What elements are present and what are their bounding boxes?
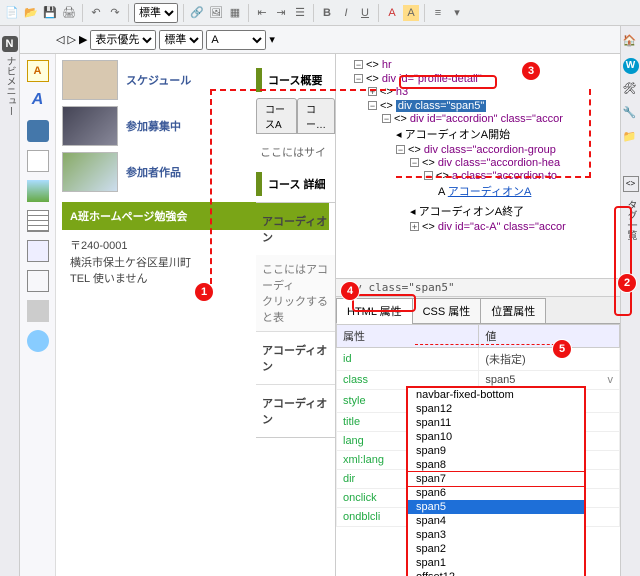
- globe-icon[interactable]: [27, 330, 49, 352]
- display-priority-select[interactable]: 表示優先: [90, 30, 156, 50]
- align-left-icon[interactable]: ≡: [430, 5, 446, 21]
- property-grid[interactable]: 属性値 id(未指定) classspan5 v style(未指定) titl…: [336, 324, 620, 576]
- annotation-box-htmltab: [352, 294, 416, 312]
- tab-css-attr[interactable]: CSS 属性: [412, 298, 482, 324]
- bold-icon[interactable]: B: [319, 5, 335, 21]
- module-icon[interactable]: [27, 120, 49, 142]
- dropdown-option-span7[interactable]: span7: [408, 472, 584, 486]
- dropdown-option[interactable]: span9: [408, 444, 584, 458]
- style-select[interactable]: 標準: [134, 3, 178, 23]
- nav-back-icon[interactable]: ◁: [56, 33, 64, 46]
- annotation-dashed-2: [396, 89, 591, 178]
- left-icon-rail: A A: [20, 54, 56, 576]
- bgcolor-icon[interactable]: A: [403, 5, 419, 21]
- play-icon[interactable]: ▶: [79, 33, 87, 46]
- dropdown-option[interactable]: span12: [408, 402, 584, 416]
- nav-menu-label: ナビメニュー: [2, 56, 17, 116]
- underline-icon[interactable]: U: [357, 5, 373, 21]
- dropdown-option[interactable]: span3: [408, 528, 584, 542]
- fontcolor-icon[interactable]: A: [384, 5, 400, 21]
- link-icon[interactable]: 🔗: [189, 5, 205, 21]
- dropdown-option[interactable]: span4: [408, 514, 584, 528]
- standard-select[interactable]: 標準: [159, 30, 203, 50]
- chevron-down-icon[interactable]: ▾: [269, 33, 275, 46]
- image2-icon[interactable]: [27, 180, 49, 202]
- dropdown-option[interactable]: span2: [408, 542, 584, 556]
- font-select[interactable]: A: [206, 30, 266, 50]
- top-toolbar: 📄 📂 💾 🖨 ↶ ↷ 標準 🔗 🖼 ▦ ⇤ ⇥ ☰ B I U A A ≡ ▾: [0, 0, 640, 26]
- class-dropdown[interactable]: navbar-fixed-bottom span12 span11 span10…: [406, 386, 586, 576]
- w-icon[interactable]: W: [623, 58, 639, 74]
- secondary-toolbar: ◁ ▷ ▶ 表示優先 標準 A ▾: [0, 26, 640, 54]
- widget-icon[interactable]: [27, 270, 49, 292]
- callout-5: 5: [553, 340, 571, 358]
- grid-icon[interactable]: [27, 210, 49, 232]
- image-icon[interactable]: 🖼: [208, 5, 224, 21]
- left-rail: N ナビメニュー: [0, 26, 20, 576]
- save-icon[interactable]: 💾: [42, 5, 58, 21]
- layers-icon[interactable]: [27, 300, 49, 322]
- list-icon[interactable]: ☰: [292, 5, 308, 21]
- folder-icon[interactable]: 📁: [623, 130, 639, 146]
- tab-pos-attr[interactable]: 位置属性: [480, 298, 546, 324]
- nav-n-icon[interactable]: N: [2, 36, 18, 52]
- undo-icon[interactable]: ↶: [88, 5, 104, 21]
- accordion-item-3[interactable]: アコーディオン: [256, 384, 335, 437]
- new-icon[interactable]: 📄: [4, 5, 20, 21]
- dropdown-option[interactable]: span11: [408, 416, 584, 430]
- indent-icon[interactable]: ⇥: [273, 5, 289, 21]
- dropdown-option-selected[interactable]: span5: [408, 500, 584, 514]
- annotation-box-tree: [399, 75, 497, 89]
- open-icon[interactable]: 📂: [23, 5, 39, 21]
- dropdown-option[interactable]: navbar-fixed-bottom: [408, 388, 584, 402]
- callout-1: 1: [195, 283, 213, 301]
- dropdown-option[interactable]: offset12: [408, 570, 584, 576]
- wrench-icon[interactable]: 🔧: [623, 106, 639, 122]
- callout-2: 2: [618, 274, 636, 292]
- dropdown-option[interactable]: span8: [408, 458, 584, 472]
- code-icon[interactable]: <>: [623, 176, 639, 192]
- tools-icon[interactable]: 🛠: [623, 82, 639, 98]
- more-icon[interactable]: ▾: [449, 5, 465, 21]
- dropdown-option[interactable]: span10: [408, 430, 584, 444]
- form-icon[interactable]: [27, 240, 49, 262]
- table-icon[interactable]: ▦: [227, 5, 243, 21]
- nav-fwd-icon[interactable]: ▷: [67, 33, 75, 46]
- text-a-icon[interactable]: A: [27, 60, 49, 82]
- callout-4: 4: [341, 282, 359, 300]
- redo-icon[interactable]: ↷: [107, 5, 123, 21]
- style-a-icon[interactable]: A: [27, 90, 49, 112]
- dropdown-option[interactable]: span1: [408, 556, 584, 570]
- print-icon[interactable]: 🖨: [61, 5, 77, 21]
- annotation-box-rightrail: [614, 206, 632, 316]
- accordion-item-2[interactable]: アコーディオン: [256, 331, 335, 384]
- table-row: id(未指定): [337, 348, 620, 371]
- italic-icon[interactable]: I: [338, 5, 354, 21]
- annotation-dashed-1: [210, 89, 396, 294]
- callout-3: 3: [522, 62, 540, 80]
- doc-icon[interactable]: [27, 150, 49, 172]
- home-icon[interactable]: 🏠: [623, 34, 639, 50]
- dropdown-option[interactable]: span6: [408, 486, 584, 500]
- outdent-icon[interactable]: ⇤: [254, 5, 270, 21]
- annotation-dashed-3: [415, 344, 565, 345]
